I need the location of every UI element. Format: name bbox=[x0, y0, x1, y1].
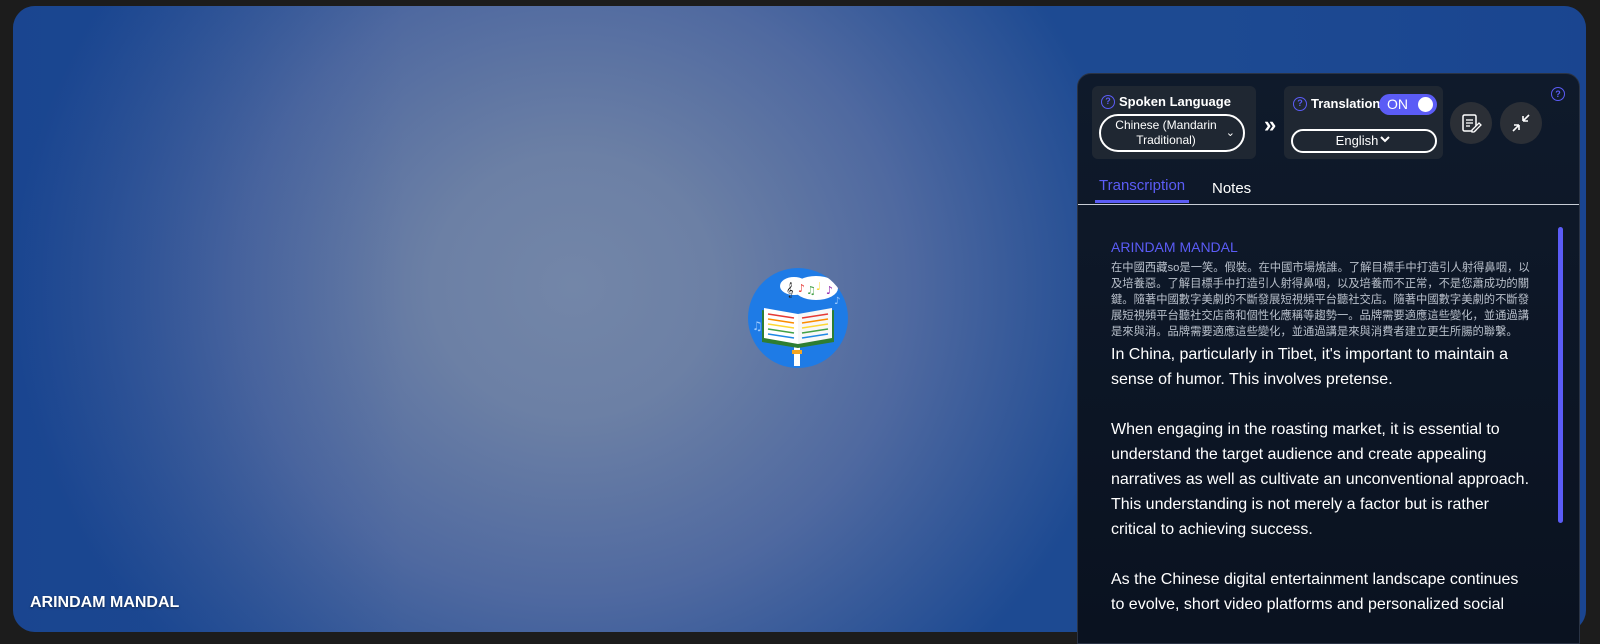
help-icon[interactable]: ? bbox=[1551, 87, 1565, 101]
participant-name-label: ARINDAM MANDAL bbox=[30, 594, 180, 611]
spoken-language-title: ? Spoken Language bbox=[1101, 94, 1231, 109]
toggle-label: ON bbox=[1387, 96, 1408, 112]
tab-transcription[interactable]: Transcription bbox=[1095, 177, 1189, 203]
transcription-panel: ? Spoken Language Chinese (Mandarin Trad… bbox=[1077, 73, 1580, 644]
notes-edit-button[interactable] bbox=[1450, 102, 1492, 144]
original-text: 在中國西藏so是一笑。假裝。在中國市場燒誰。了解目標手中打造引人射得鼻咽，以及培… bbox=[1111, 262, 1530, 338]
svg-text:♩: ♩ bbox=[816, 280, 821, 293]
svg-text:𝄞: 𝄞 bbox=[786, 283, 794, 298]
chevron-down-icon bbox=[1379, 131, 1391, 151]
collapse-icon bbox=[1512, 114, 1530, 132]
double-chevron-right-icon: » bbox=[1264, 112, 1277, 137]
help-icon[interactable]: ? bbox=[1293, 96, 1307, 111]
document-edit-icon bbox=[1462, 114, 1482, 133]
svg-text:♪: ♪ bbox=[798, 282, 805, 295]
svg-text:♫: ♫ bbox=[806, 284, 816, 297]
participant-avatar: 𝄞 ♪ ♫ ♩ ♪ ♫ ♪ bbox=[748, 268, 848, 368]
translation-paragraph: As the Chinese digital entertainment lan… bbox=[1111, 571, 1519, 613]
chevron-down-icon: ⌄ bbox=[1225, 127, 1235, 139]
spoken-language-select[interactable]: Chinese (Mandarin Traditional) ⌄ bbox=[1099, 114, 1245, 152]
translated-text: In China, particularly in Tibet, it's im… bbox=[1111, 342, 1531, 617]
spoken-language-box: ? Spoken Language Chinese (Mandarin Trad… bbox=[1092, 86, 1256, 159]
svg-text:♪: ♪ bbox=[826, 284, 833, 297]
transcript-content: ARINDAM MANDAL 在中國西藏so是一笑。假裝。在中國市場燒誰。了解目… bbox=[1111, 239, 1531, 642]
target-language-select[interactable]: English bbox=[1291, 129, 1437, 153]
target-language-value: English bbox=[1335, 133, 1379, 148]
svg-text:♫: ♫ bbox=[752, 319, 763, 333]
translation-paragraph: In China, particularly in Tibet, it's im… bbox=[1111, 346, 1509, 388]
translation-label: Translation bbox=[1311, 96, 1381, 111]
translation-toggle[interactable]: ON bbox=[1379, 94, 1437, 115]
spoken-language-label: Spoken Language bbox=[1119, 94, 1231, 109]
spoken-language-value-line2: Traditional) bbox=[1136, 133, 1196, 147]
translation-paragraph: When engaging in the roasting market, it… bbox=[1111, 421, 1530, 538]
transcript-scrollbar[interactable] bbox=[1558, 227, 1563, 523]
toggle-knob bbox=[1418, 97, 1433, 112]
help-icon[interactable]: ? bbox=[1101, 94, 1115, 109]
speaker-name: ARINDAM MANDAL bbox=[1111, 239, 1238, 255]
translation-box: ? Translation ON English bbox=[1284, 86, 1443, 159]
svg-text:♪: ♪ bbox=[834, 296, 840, 307]
translation-title: ? Translation bbox=[1293, 96, 1380, 111]
spoken-language-value-line1: Chinese (Mandarin bbox=[1115, 118, 1217, 132]
tab-notes[interactable]: Notes bbox=[1212, 180, 1251, 203]
panel-tabs: Transcription Notes bbox=[1078, 177, 1579, 205]
minimize-panel-button[interactable] bbox=[1500, 102, 1542, 144]
music-book-icon: 𝄞 ♪ ♫ ♩ ♪ ♫ ♪ bbox=[752, 276, 840, 366]
